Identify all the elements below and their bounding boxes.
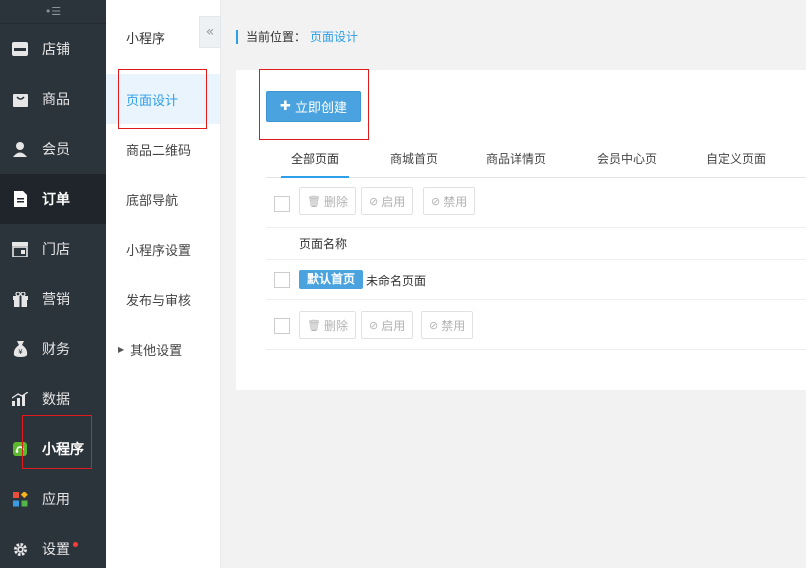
disable-label: 禁用 xyxy=(441,318,466,333)
sidebar-item-label: 订单 xyxy=(42,192,70,208)
sidebar-item-marketing[interactable]: 营销 xyxy=(0,274,106,324)
sidebar-item-label: 店铺 xyxy=(42,42,70,58)
sidebar-item-label: 财务 xyxy=(42,342,70,358)
delete-button[interactable]: 🗑 删除 xyxy=(299,187,356,215)
collapse-subnav-button[interactable]: « xyxy=(199,16,221,48)
select-all-checkbox-bottom[interactable] xyxy=(274,318,290,334)
enable-label: 启用 xyxy=(381,194,406,209)
sidebar-item-label: 会员 xyxy=(42,142,70,158)
sidebar-item-label: 数据 xyxy=(42,392,70,408)
sidebar-item-label: 营销 xyxy=(42,292,70,308)
caret-right-icon: ▶ xyxy=(118,344,125,354)
double-chevron-left-icon: « xyxy=(205,24,215,40)
main-sidebar: •☰ 店铺 商品 会员 订单 门店 营销 ¥ 财务 数据 小程序 应用 设置 xyxy=(0,0,106,568)
subnav-title: 小程序 xyxy=(126,32,166,47)
subnav-item-label: 其他设置 xyxy=(130,343,183,359)
sidebar-item-order[interactable]: 订单 xyxy=(0,174,106,224)
member-icon xyxy=(12,141,28,157)
column-header-page-name: 页面名称 xyxy=(299,237,348,251)
bulk-actions-bottom: 🗑 删除 ⊘ 启用 ⊘ 禁用 xyxy=(266,300,806,350)
trash-icon: 🗑 xyxy=(307,194,321,208)
sidebar-item-label: 设置 xyxy=(42,542,70,558)
subnav-item-settings[interactable]: 小程序设置 xyxy=(106,224,220,274)
sidebar-item-settings[interactable]: 设置 xyxy=(0,524,106,568)
tab-mall-home[interactable]: 商城首页 xyxy=(384,142,444,178)
sidebar-item-label: 商品 xyxy=(42,92,70,108)
gear-icon xyxy=(12,541,28,557)
check-circle-icon: ⊘ xyxy=(369,194,379,208)
subnav-item-label: 商品二维码 xyxy=(126,143,192,159)
subnav-item-qrcode[interactable]: 商品二维码 xyxy=(106,124,220,174)
svg-text:¥: ¥ xyxy=(18,348,23,356)
goods-icon xyxy=(12,91,28,107)
table-header: 页面名称 xyxy=(266,226,806,260)
sidebar-item-label: 门店 xyxy=(42,242,70,258)
breadcrumb-prefix: 当前位置： xyxy=(246,30,307,44)
tab-label: 商品详情页 xyxy=(485,152,546,166)
sidebar-item-finance[interactable]: ¥ 财务 xyxy=(0,324,106,374)
enable-button-bottom[interactable]: ⊘ 启用 xyxy=(361,311,414,339)
delete-label: 删除 xyxy=(323,318,348,333)
shop-icon xyxy=(12,241,28,257)
annotation-box-page-design xyxy=(118,69,207,129)
apps-icon xyxy=(12,491,28,507)
menu-collapse-icon: •☰ xyxy=(44,5,62,18)
notification-dot xyxy=(73,541,78,547)
sidebar-item-store[interactable]: 店铺 xyxy=(0,24,106,74)
subnav-item-label: 小程序设置 xyxy=(126,243,192,259)
sidebar-item-apps[interactable]: 应用 xyxy=(0,474,106,524)
delete-button-bottom[interactable]: 🗑 删除 xyxy=(299,311,356,339)
ban-icon: ⊘ xyxy=(429,318,439,332)
sidebar-toggle[interactable]: •☰ xyxy=(0,0,106,24)
bulk-actions-top: 🗑 删除 ⊘ 启用 ⊘ 禁用 xyxy=(266,178,806,228)
gift-icon xyxy=(12,291,28,307)
tab-label: 会员中心页 xyxy=(596,152,657,166)
page-name[interactable]: 未命名页面 xyxy=(366,272,426,289)
row-checkbox[interactable] xyxy=(274,272,290,288)
table-row: 默认首页 未命名页面 xyxy=(266,260,806,300)
store-icon xyxy=(12,41,28,57)
enable-button[interactable]: ⊘ 启用 xyxy=(361,187,414,215)
order-icon xyxy=(12,191,28,207)
page-type-tabs: 全部页面 商城首页 商品详情页 会员中心页 自定义页面 xyxy=(266,142,806,178)
tab-product-detail[interactable]: 商品详情页 xyxy=(480,142,552,178)
breadcrumb-current[interactable]: 页面设计 xyxy=(310,28,358,45)
tab-custom-page[interactable]: 自定义页面 xyxy=(700,142,772,178)
subnav-item-bottom-nav[interactable]: 底部导航 xyxy=(106,174,220,224)
check-circle-icon: ⊘ xyxy=(369,318,379,332)
tab-label: 全部页面 xyxy=(290,152,339,166)
annotation-box-create xyxy=(259,69,369,140)
sidebar-item-goods[interactable]: 商品 xyxy=(0,74,106,124)
sidebar-item-member[interactable]: 会员 xyxy=(0,124,106,174)
ban-icon: ⊘ xyxy=(431,194,441,208)
money-bag-icon: ¥ xyxy=(12,341,28,357)
sidebar-item-outlet[interactable]: 门店 xyxy=(0,224,106,274)
sidebar-item-label: 应用 xyxy=(42,492,70,508)
tab-label: 自定义页面 xyxy=(705,152,766,166)
default-home-badge: 默认首页 xyxy=(299,270,364,289)
subnav-item-publish[interactable]: 发布与审核 xyxy=(106,274,220,324)
select-all-checkbox[interactable] xyxy=(274,196,290,212)
trash-icon: 🗑 xyxy=(307,318,321,332)
subnav-item-label: 底部导航 xyxy=(126,193,179,209)
tab-member-center[interactable]: 会员中心页 xyxy=(591,142,663,178)
enable-label: 启用 xyxy=(381,318,406,333)
subnav-item-label: 发布与审核 xyxy=(126,293,192,309)
disable-button-bottom[interactable]: ⊘ 禁用 xyxy=(421,311,474,339)
subnav-item-other-settings[interactable]: ▶ 其他设置 xyxy=(106,324,220,374)
tab-label: 商城首页 xyxy=(389,152,438,166)
disable-button[interactable]: ⊘ 禁用 xyxy=(423,187,476,215)
annotation-box-miniprogram xyxy=(22,415,92,469)
chart-icon xyxy=(12,391,28,407)
breadcrumb: 当前位置： 页面设计 xyxy=(236,28,358,45)
delete-label: 删除 xyxy=(323,194,348,209)
tab-all-pages[interactable]: 全部页面 xyxy=(281,142,349,178)
disable-label: 禁用 xyxy=(443,194,468,209)
breadcrumb-marker xyxy=(236,29,238,44)
